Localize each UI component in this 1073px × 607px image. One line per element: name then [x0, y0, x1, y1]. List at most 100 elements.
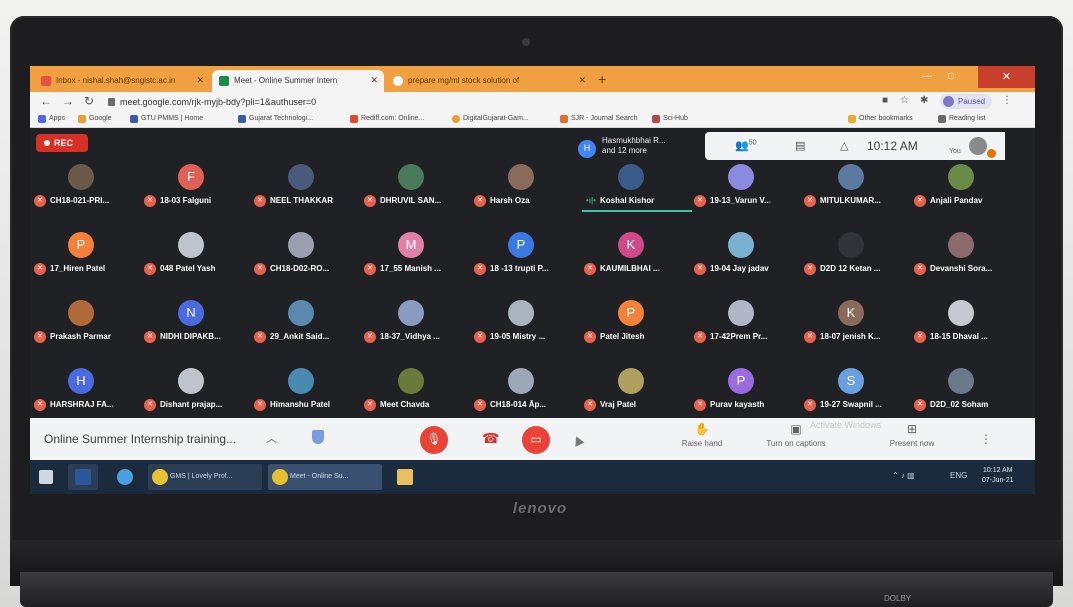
participant-tile[interactable]: ✕ CH18-014 Āp... [472, 368, 582, 414]
chevron-up-icon[interactable]: ︿ [266, 430, 277, 446]
bookmark-label: Google [89, 115, 112, 122]
participant-tile[interactable]: S ✕ 19-27 Swapnil ... [802, 368, 912, 414]
participant-tile[interactable]: K ✕ 18-07 jenish K... [802, 300, 912, 346]
participant-avatar [728, 232, 754, 258]
taskbar-clock[interactable]: 10:12 AM 07-Jun-21 [982, 466, 1014, 486]
bookmark-gtu-pmms[interactable]: GTU PMMS | Home [130, 115, 203, 123]
bookmark-other[interactable]: Other bookmarks [848, 115, 913, 123]
participant-tile[interactable]: ✕ 18-15 Dhaval ... [912, 300, 1022, 346]
participant-tile[interactable]: H ✕ HARSHRAJ FA... [32, 368, 142, 414]
profile-button[interactable]: Paused [940, 94, 992, 109]
reading-list-button[interactable]: Reading list [938, 115, 986, 123]
participant-tile[interactable]: ✕ Devanshi Sora... [912, 232, 1022, 278]
tab-close-icon[interactable]: ✕ [196, 75, 204, 86]
tab-close-icon[interactable]: ✕ [370, 75, 378, 86]
bookmark-apps[interactable]: Apps [38, 115, 65, 123]
gmail-icon [41, 76, 51, 86]
participant-tile[interactable]: N ✕ NIDHI DIPAKB... [142, 300, 252, 346]
participant-tile[interactable]: ✕ 17-42Prem Pr... [692, 300, 802, 346]
bookmark-rediff[interactable]: Rediff.com: Online... [350, 115, 424, 123]
participant-tile[interactable]: M ✕ 17_55 Manish ... [362, 232, 472, 278]
menu-kebab-icon[interactable]: ⋮ [1002, 95, 1012, 106]
people-icon[interactable]: 👥50 [735, 139, 757, 152]
forward-icon[interactable]: → [62, 94, 74, 108]
meeting-title[interactable]: Online Summer Internship training... [44, 432, 236, 446]
taskbar-ie[interactable] [112, 464, 138, 490]
raise-hand-button[interactable]: ✋ Raise hand [662, 422, 742, 448]
camera-permission-icon[interactable]: ■ [882, 95, 888, 106]
address-bar[interactable]: meet.google.com/rjk-myjb-bdy?pli=1&authu… [108, 94, 868, 110]
participant-tile[interactable]: ✕ NEEL THAKKAR [252, 164, 362, 210]
bookmark-digitalgujarat[interactable]: DigitalGujarat-Gam... [452, 115, 529, 123]
taskbar-explorer[interactable] [390, 464, 420, 490]
mic-off-button[interactable]: 🎙 [420, 426, 448, 454]
present-now-button[interactable]: ⊞ Present now [872, 422, 952, 448]
participant-tile[interactable]: P ✕ 17_Hiren Patel [32, 232, 142, 278]
more-options-icon[interactable]: ⋮ [980, 432, 992, 446]
camera-off-button[interactable]: ▭ [522, 426, 550, 454]
participant-tile[interactable]: ✕ Harsh Oza [472, 164, 582, 210]
participant-tile[interactable]: K ✕ KAUMILBHAI ... [582, 232, 692, 278]
participant-tile[interactable]: ✕ Himanshu Patel [252, 368, 362, 414]
participant-tile[interactable]: ✕ D2D 12 Ketan ... [802, 232, 912, 278]
captions-button[interactable]: ▣ Turn on captions [756, 422, 836, 448]
reload-icon[interactable]: ↻ [84, 94, 94, 108]
participant-tile[interactable]: ✕ Dishant prajap... [142, 368, 252, 414]
participant-tile[interactable]: ✕ CH18-D02-RO... [252, 232, 362, 278]
participant-tile[interactable]: •ı|• Koshal Kishor [582, 164, 692, 212]
participant-tile[interactable]: ✕ 19-13_Varun V... [692, 164, 802, 210]
bookmark-gtu[interactable]: Gujarat Technologi... [238, 115, 313, 123]
maximize-icon[interactable]: □ [948, 71, 954, 82]
bookmark-star-icon[interactable]: ☆ [900, 95, 909, 106]
start-button[interactable] [34, 464, 60, 490]
participant-tile[interactable]: ✕ 29_Ankit Said... [252, 300, 362, 346]
taskbar-chrome-2[interactable]: Meet - Online Su... [268, 464, 382, 490]
bookmark-scihub[interactable]: Sci-Hub [652, 115, 688, 123]
new-tab-button[interactable]: + [598, 71, 606, 87]
bookmark-google[interactable]: Google [78, 115, 112, 123]
mic-muted-icon: ✕ [914, 263, 926, 275]
participant-tile[interactable]: ✕ 18-37_Vidhya ... [362, 300, 472, 346]
laptop-screen: Inbox - nishal.shah@sngistc.ac.in ✕ Meet… [30, 66, 1035, 494]
taskbar-time: 10:12 AM [982, 467, 1013, 474]
tab-close-icon[interactable]: ✕ [578, 75, 586, 86]
participant-name: DHRUVIL SAN... [380, 196, 442, 205]
tab-google-search[interactable]: prepare mg/ml stock solution of ✕ [386, 70, 592, 92]
language-indicator[interactable]: ENG [950, 471, 967, 480]
activities-icon[interactable]: △ [840, 139, 848, 152]
tray-icons[interactable]: ⌃ ♪ ▥ [892, 471, 915, 480]
participant-tile[interactable]: ✕ MITULKUMAR... [802, 164, 912, 210]
participant-name: 19-05 Mistry ... [490, 332, 546, 341]
mic-muted-icon: ✕ [364, 331, 376, 343]
taskbar-word[interactable] [68, 464, 98, 490]
participant-tile[interactable]: ✕ Prakash Parmar [32, 300, 142, 346]
back-icon[interactable]: ← [40, 94, 52, 108]
participant-tile[interactable]: P ✕ Purav kayasth [692, 368, 802, 414]
participant-tile[interactable]: ✕ D2D_02 Soham [912, 368, 1022, 414]
participant-tile[interactable]: ✕ 048 Patel Yash [142, 232, 252, 278]
participant-tile[interactable]: ✕ Vraj Patel [582, 368, 692, 414]
participant-tile[interactable]: P ✕ 18 -13 trupti P... [472, 232, 582, 278]
participant-avatar: N [178, 300, 204, 326]
participant-avatar: P [68, 232, 94, 258]
participant-tile[interactable]: ✕ DHRUVIL SAN... [362, 164, 472, 210]
participant-tile[interactable]: ✕ 19-04 Jay jadav [692, 232, 802, 278]
participant-avatar [948, 368, 974, 394]
tab-inbox[interactable]: Inbox - nishal.shah@sngistc.ac.in ✕ [34, 70, 210, 92]
taskbar-chrome-1[interactable]: GMS | Lovely Prof... [148, 464, 262, 490]
end-call-icon[interactable]: ☎ [482, 430, 499, 447]
extensions-icon[interactable]: ✱ [920, 95, 928, 106]
participant-tile[interactable]: ✕ Anjali Pandav [912, 164, 1022, 210]
participant-tile[interactable]: P ✕ Patel Jitesh [582, 300, 692, 346]
close-window-icon[interactable]: ✕ [978, 66, 1035, 88]
participant-tile[interactable]: ✕ Meet Chavda [362, 368, 472, 414]
presenter-chip[interactable]: H Hasmukhbhai R... and 12 more [578, 134, 698, 162]
participant-tile[interactable]: ✕ CH18-021-PRI... [32, 164, 142, 210]
minimize-icon[interactable]: — [922, 71, 932, 82]
tab-meet[interactable]: Meet - Online Summer Intern ✕ [212, 70, 384, 92]
participant-tile[interactable]: F ✕ 18-03 Falguni [142, 164, 252, 210]
host-controls-icon[interactable] [312, 430, 324, 444]
chat-icon[interactable]: ▤ [795, 139, 805, 152]
participant-tile[interactable]: ✕ 19-05 Mistry ... [472, 300, 582, 346]
bookmark-sjr[interactable]: SJR - Journal Search [560, 115, 638, 123]
